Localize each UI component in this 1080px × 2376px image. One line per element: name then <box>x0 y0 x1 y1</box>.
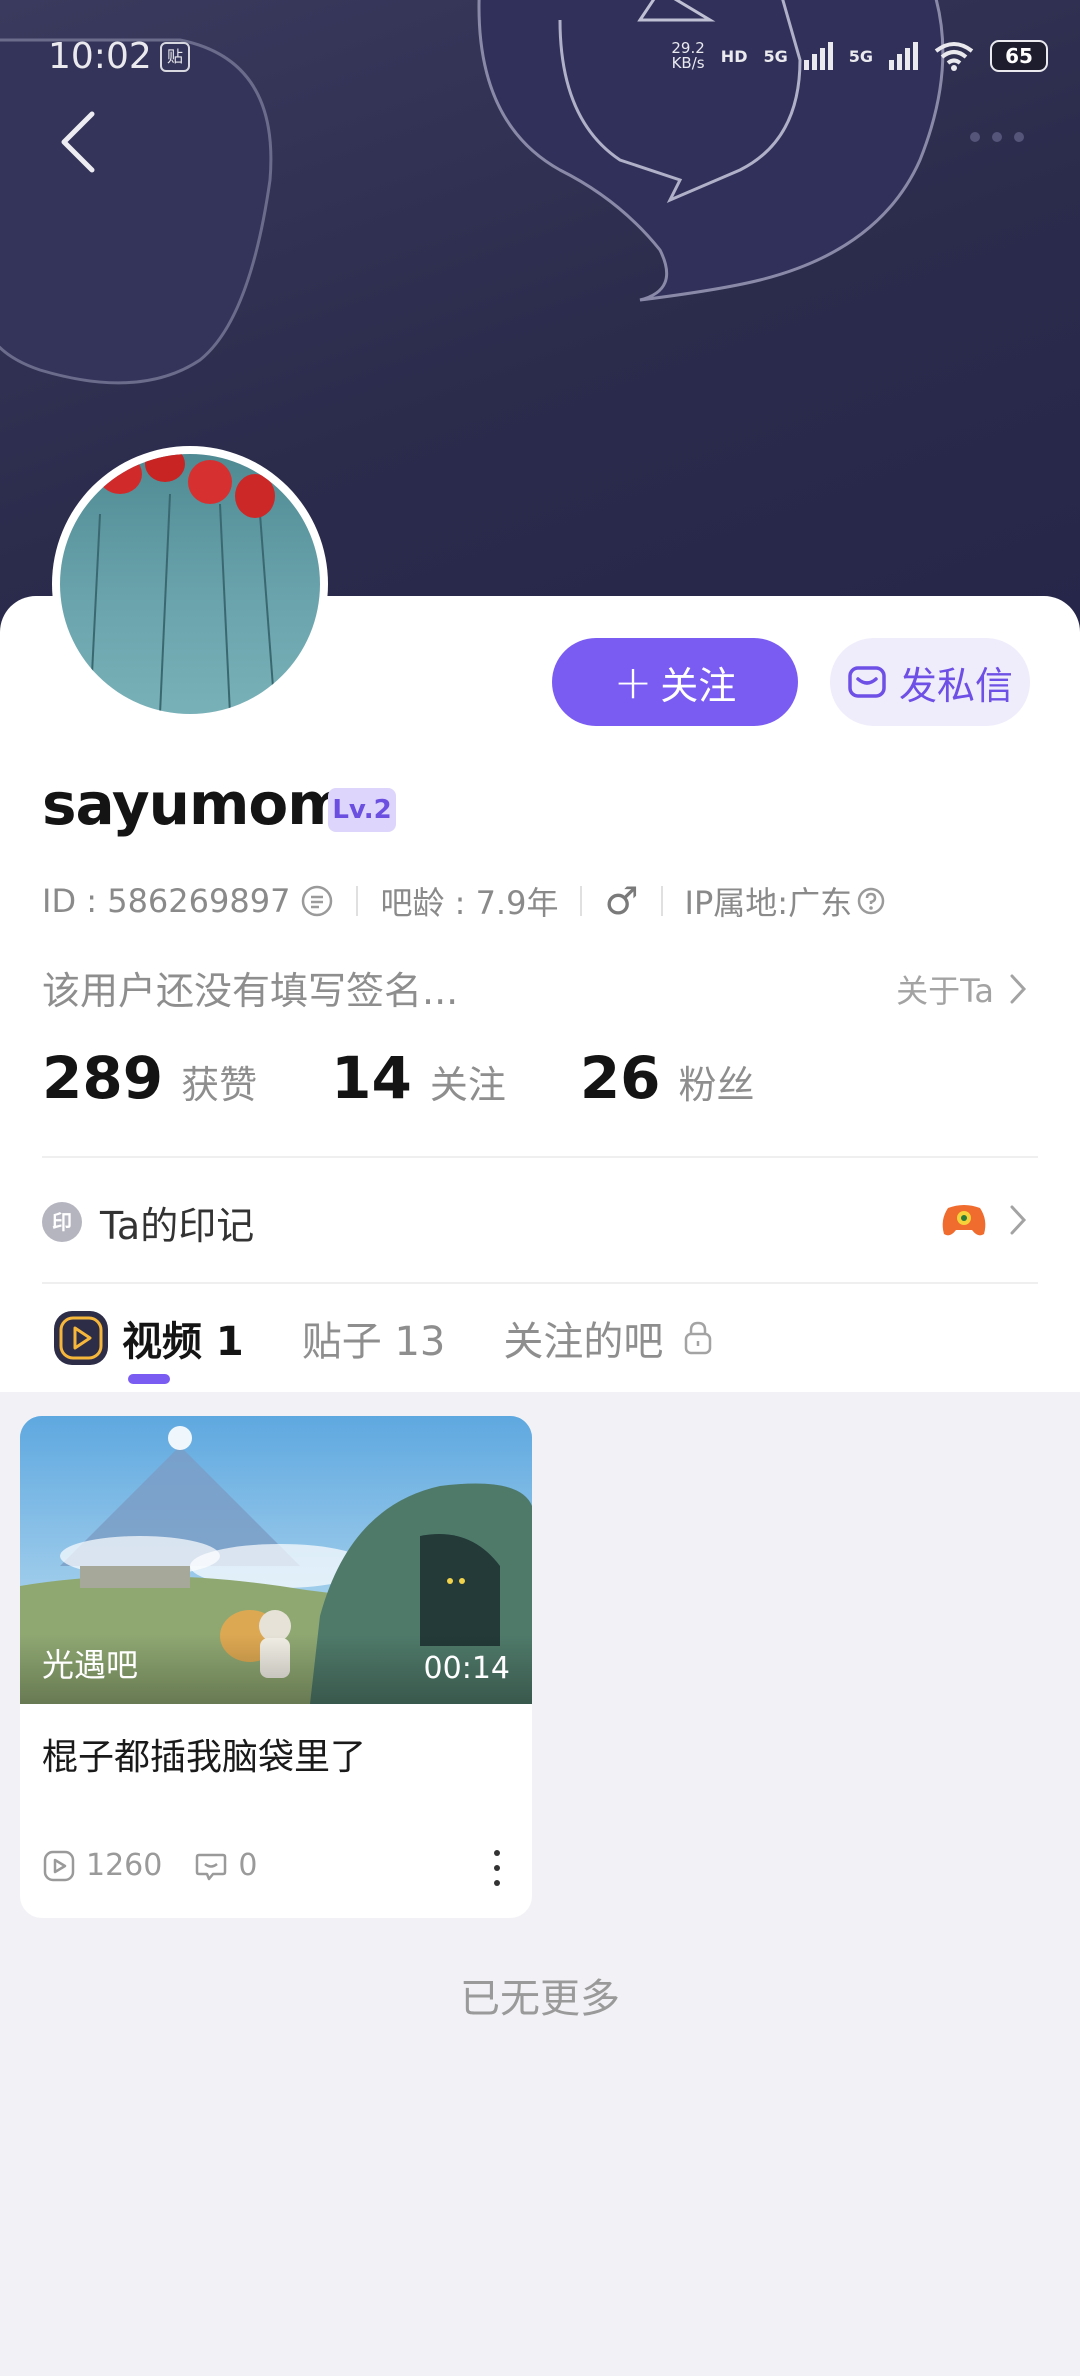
more-dot <box>494 1850 500 1856</box>
meta-divider <box>580 886 583 916</box>
following-count: 14 <box>331 1044 412 1112</box>
help-icon[interactable] <box>856 886 886 916</box>
video-card[interactable]: 光遇吧 00:14 棍子都插我脑袋里了 1260 0 <box>20 1416 532 1918</box>
game-controller-icon <box>942 1205 986 1236</box>
play-count-icon <box>43 1850 75 1881</box>
about-label: 关于Ta <box>896 972 994 1010</box>
video-plays: 1260 <box>42 1848 162 1883</box>
5g-label: 5G <box>763 46 788 66</box>
user-id: ID : 586269897 <box>42 882 291 920</box>
likes-count: 289 <box>42 1044 164 1112</box>
message-icon <box>848 666 886 698</box>
video-forum-name[interactable]: 光遇吧 <box>42 1640 138 1686</box>
wifi-icon <box>934 42 974 71</box>
hd-icon: HD <box>720 46 748 66</box>
more-dot <box>970 132 980 142</box>
avatar[interactable] <box>52 446 328 722</box>
play-count: 1260 <box>86 1848 163 1883</box>
more-dot <box>1014 132 1024 142</box>
tab-followed-forums-label: 关注的吧 <box>503 1319 664 1365</box>
ip-location: IP属地:广东 <box>684 884 853 922</box>
lock-icon <box>685 1321 712 1355</box>
status-time: 10:02 <box>48 36 152 77</box>
profile-stats: 289 获赞 14 关注 26 粉丝 <box>42 1044 829 1112</box>
video-play-icon <box>54 1311 108 1365</box>
mark-label: Ta的印记 <box>100 1203 255 1248</box>
follow-label: 关注 <box>660 663 737 708</box>
about-link[interactable]: 关于Ta <box>896 966 1028 1012</box>
tab-videos[interactable]: 视频 1 <box>52 1309 244 1367</box>
section-divider <box>42 1282 1038 1284</box>
signal-icon-2 <box>889 42 918 70</box>
avatar-picture <box>89 454 276 714</box>
video-duration: 00:14 <box>423 1651 510 1686</box>
following-label: 关注 <box>429 1063 506 1107</box>
net-speed: 29.2 KB/s <box>671 39 705 72</box>
male-icon: ♂ <box>604 879 639 923</box>
video-comments[interactable]: 0 <box>194 1848 257 1883</box>
more-dot <box>494 1880 500 1886</box>
notification-app-icon: 贴 <box>160 42 190 72</box>
copy-icon[interactable] <box>300 884 334 918</box>
section-divider <box>42 1156 1038 1158</box>
profile-meta: ID : 586269897 吧龄 : 7.9年 ♂ IP属地:广东 <box>42 878 886 924</box>
comment-icon <box>196 1853 227 1880</box>
level-badge: Lv.2 <box>328 788 396 832</box>
avatar-image <box>60 454 320 714</box>
stat-fans[interactable]: 26 粉丝 <box>580 1044 755 1112</box>
video-thumbnail[interactable]: 光遇吧 00:14 <box>20 1416 532 1704</box>
tab-followed-forums[interactable]: 关注的吧 <box>503 1309 713 1367</box>
mark-badges <box>940 1200 1028 1240</box>
chevron-right-icon <box>1010 1205 1027 1235</box>
fans-count: 26 <box>579 1044 661 1112</box>
meta-divider <box>356 886 359 916</box>
follow-button[interactable]: + 关注 <box>552 638 798 726</box>
5g-label-2: 5G <box>848 46 873 66</box>
back-button[interactable] <box>56 108 100 176</box>
send-message-button[interactable]: 发私信 <box>830 638 1030 726</box>
profile-tabs: 视频 1 贴子 13 关注的吧 <box>52 1290 771 1386</box>
video-title[interactable]: 棍子都插我脑袋里了 <box>42 1728 366 1780</box>
user-signature: 该用户还没有填写签名... <box>42 969 459 1013</box>
more-options-button[interactable] <box>970 132 1024 142</box>
video-more-button[interactable] <box>492 1850 502 1886</box>
ta-mark-row[interactable]: 印 Ta的印记 <box>42 1188 1038 1256</box>
tab-posts[interactable]: 贴子 13 <box>302 1309 446 1367</box>
username: sayumom <box>42 770 348 838</box>
comment-count: 0 <box>238 1848 258 1883</box>
mark-icon: 印 <box>42 1202 82 1242</box>
send-message-label: 发私信 <box>898 663 1013 708</box>
status-icons: 29.2 KB/s HD 5G 5G 65 <box>671 40 1048 72</box>
signal-icon <box>803 42 833 70</box>
tab-posts-label: 贴子 13 <box>301 1319 446 1365</box>
stat-likes[interactable]: 289 获赞 <box>42 1044 257 1112</box>
chevron-right-icon <box>1010 974 1027 1004</box>
no-more-text: 已无更多 <box>460 1976 620 2022</box>
tab-videos-label: 视频 1 <box>122 1319 244 1365</box>
likes-label: 获赞 <box>181 1063 258 1107</box>
meta-divider <box>660 886 663 916</box>
battery-icon: 65 <box>990 40 1048 72</box>
stat-following[interactable]: 14 关注 <box>331 1044 506 1112</box>
active-tab-indicator <box>128 1374 170 1384</box>
video-stats: 1260 0 <box>42 1848 289 1883</box>
forum-age: 吧龄 : 7.9年 <box>380 884 559 922</box>
more-dot <box>494 1865 500 1871</box>
plus-icon: + <box>613 655 653 709</box>
more-dot <box>992 132 1002 142</box>
fans-label: 粉丝 <box>678 1063 755 1107</box>
status-bar: 10:02 贴 29.2 KB/s HD 5G 5G 65 <box>0 0 1080 118</box>
